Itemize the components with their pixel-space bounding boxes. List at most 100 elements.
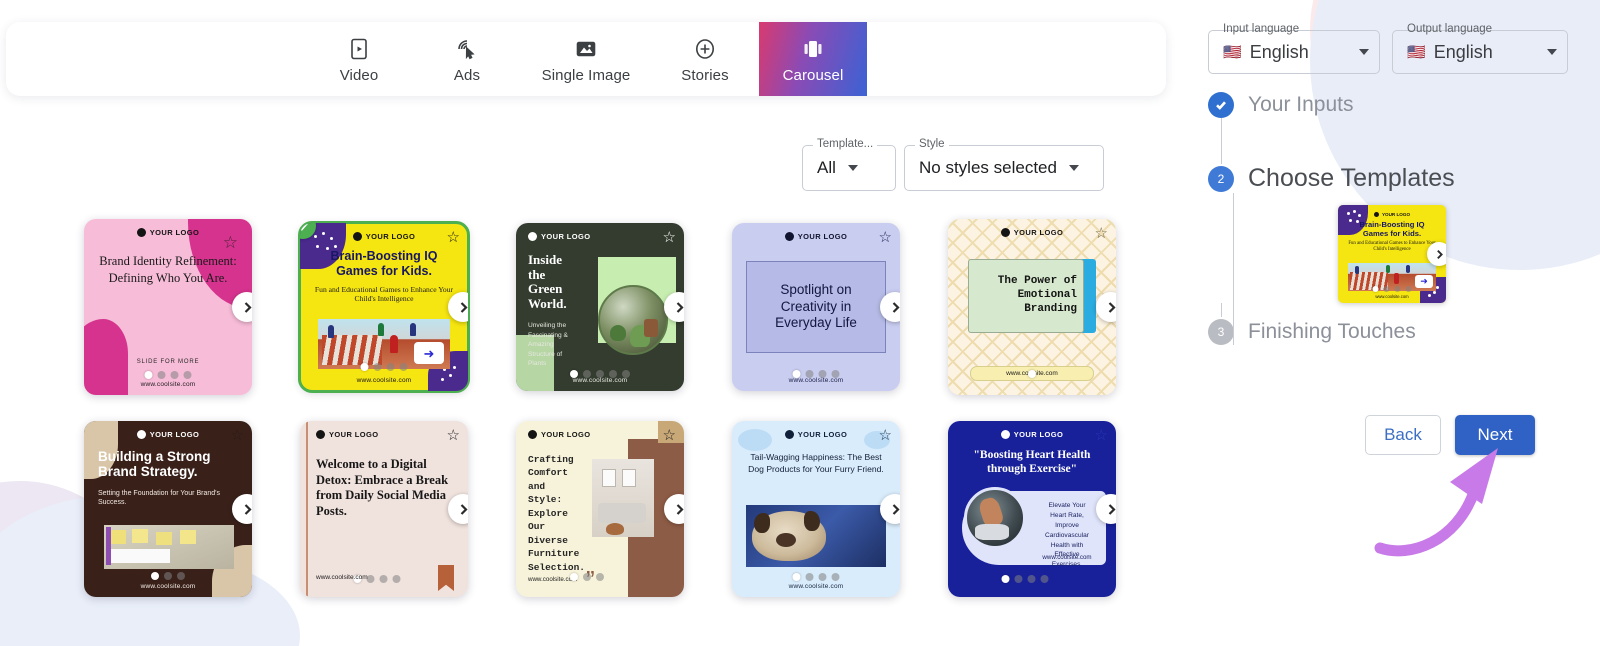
wizard-step-finishing-touches[interactable]: 3 Finishing Touches: [1208, 319, 1598, 345]
card-prev-chevron[interactable]: ‹: [732, 292, 740, 322]
wizard-step-label: Your Inputs: [1248, 93, 1353, 117]
card-next-chevron[interactable]: [232, 494, 252, 524]
card-favorite-star-icon[interactable]: ☆: [447, 230, 460, 245]
us-flag-icon: 🇺🇸: [1407, 43, 1426, 61]
template-filter-value: All: [817, 158, 836, 178]
template-card-crafting-comfort-and-style[interactable]: ☆ YOUR LOGO Crafting Comfort and Style: …: [516, 421, 684, 597]
card-next-chevron[interactable]: [448, 292, 468, 322]
tab-carousel-label: Carousel: [783, 67, 844, 84]
card-site: www.coolsite.com: [316, 574, 368, 581]
back-button[interactable]: Back: [1365, 415, 1441, 455]
tab-stories[interactable]: Stories: [651, 22, 759, 96]
step-complete-check-icon: [1208, 92, 1234, 118]
card-site: www.coolsite.com: [732, 377, 900, 384]
card-title: The Power of Emotional Branding: [969, 275, 1083, 316]
wizard-step-label: Choose Templates: [1248, 164, 1455, 193]
step-connector: [1221, 303, 1222, 317]
template-card-spotlight-on-creativity[interactable]: ☆ YOUR LOGO Spotlight on Creativity in E…: [732, 223, 900, 391]
card-logo: YOUR LOGO: [353, 232, 415, 241]
input-language-select[interactable]: Input language 🇺🇸 English: [1208, 30, 1380, 74]
plus-circle-icon: [693, 35, 717, 63]
ads-cursor-icon: [455, 35, 479, 63]
card-logo: YOUR LOGO: [316, 430, 378, 439]
template-card-slot: ☆ YOUR LOGO Brain-Boosting IQ Games for …: [276, 208, 492, 406]
wizard-rail: Input language 🇺🇸 English Output languag…: [1200, 0, 1600, 646]
template-card-slot: ☆ YOUR LOGO Welcome to a Digital Detox: …: [276, 410, 492, 608]
template-card-brain-boosting-iq-games[interactable]: ☆ YOUR LOGO Brain-Boosting IQ Games for …: [300, 223, 468, 391]
card-site: www.coolsite.com: [516, 377, 684, 384]
card-title: Tail-Wagging Happiness: The Best Dog Pro…: [732, 451, 900, 475]
card-prev-chevron[interactable]: ‹: [300, 292, 308, 322]
style-filter-value: No styles selected: [919, 158, 1057, 178]
step-connector: [1221, 118, 1222, 164]
template-card-welcome-to-a-digital-detox[interactable]: ☆ YOUR LOGO Welcome to a Digital Detox: …: [300, 421, 468, 597]
tab-single-image[interactable]: Single Image: [521, 22, 651, 96]
video-icon: [348, 35, 370, 63]
filter-row: Template... All Style No styles selected: [802, 145, 1104, 191]
template-card-building-a-strong-brand-strategy[interactable]: ☆ YOUR LOGO Building a Strong Brand Stra…: [84, 421, 252, 597]
chevron-down-icon: [848, 165, 858, 171]
card-title: "Boosting Heart Health through Exercise": [948, 449, 1116, 477]
style-filter-select[interactable]: Style No styles selected: [904, 145, 1104, 191]
image-icon: [574, 35, 598, 63]
card-logo: YOUR LOGO: [785, 232, 847, 241]
chevron-down-icon: [1359, 49, 1369, 55]
template-card-boosting-heart-health[interactable]: ☆ YOUR LOGO "Boosting Heart Health throu…: [948, 421, 1116, 597]
template-card-slot: ☆ YOUR LOGO The Power of Emotional Brand…: [924, 208, 1140, 406]
card-title: Welcome to a Digital Detox: Embrace a Br…: [300, 457, 468, 520]
selected-template-preview-row: YOUR LOGO Brain-Boosting IQ Games for Ki…: [1208, 193, 1598, 303]
card-bookmark-icon[interactable]: [438, 565, 454, 591]
tab-video[interactable]: Video: [305, 22, 413, 96]
wizard-step-your-inputs[interactable]: Your Inputs: [1208, 92, 1598, 118]
wizard-step-choose-templates[interactable]: 2 Choose Templates: [1208, 164, 1598, 193]
us-flag-icon: 🇺🇸: [1223, 43, 1242, 61]
tab-stories-label: Stories: [681, 67, 728, 84]
output-language-select[interactable]: Output language 🇺🇸 English: [1392, 30, 1568, 74]
card-favorite-star-icon[interactable]: ☆: [879, 230, 892, 245]
card-prev-chevron[interactable]: ‹: [84, 292, 92, 322]
input-language-value: English: [1250, 42, 1309, 63]
template-card-brand-identity-refinement[interactable]: ☆ YOUR LOGO Brand Identity Refinement: D…: [84, 219, 252, 395]
card-logo: YOUR LOGO: [528, 430, 590, 439]
next-button[interactable]: Next: [1455, 415, 1535, 455]
card-title: Spotlight on Creativity in Everyday Life: [747, 282, 885, 331]
card-logo: YOUR LOGO: [1001, 228, 1063, 237]
card-favorite-star-icon[interactable]: ☆: [1095, 428, 1108, 443]
template-filter-select[interactable]: Template... All: [802, 145, 896, 191]
card-favorite-star-icon[interactable]: ☆: [663, 230, 676, 245]
template-grid: ☆ YOUR LOGO Brand Identity Refinement: D…: [60, 208, 1170, 608]
template-card-slot: ☆ YOUR LOGO Crafting Comfort and Style: …: [492, 410, 708, 608]
selected-template-thumbnail[interactable]: YOUR LOGO Brain-Boosting IQ Games for Ki…: [1338, 205, 1446, 303]
card-favorite-star-icon[interactable]: ☆: [1095, 226, 1108, 241]
card-title: Building a Strong Brand Strategy.: [84, 449, 252, 480]
card-favorite-star-icon[interactable]: ☆: [663, 428, 676, 443]
card-logo: YOUR LOGO: [1001, 430, 1063, 439]
template-filter-legend: Template...: [813, 138, 877, 150]
card-subtitle: Fun and Educational Games to Enhance You…: [300, 285, 468, 304]
card-title: Crafting Comfort and Style: Explore Our …: [516, 453, 590, 574]
tab-ads[interactable]: Ads: [413, 22, 521, 96]
card-favorite-star-icon[interactable]: ☆: [447, 428, 460, 443]
card-next-chevron[interactable]: [232, 292, 252, 322]
card-logo: YOUR LOGO: [528, 232, 590, 241]
card-prev-chevron[interactable]: ‹: [948, 292, 956, 322]
template-card-slot: ☆ YOUR LOGO Inside the Green World. Unve…: [492, 208, 708, 406]
thumb-next-chevron[interactable]: [1427, 242, 1446, 266]
card-prev-chevron[interactable]: ‹: [732, 494, 740, 524]
card-favorite-star-icon[interactable]: ☆: [879, 428, 892, 443]
card-subtitle: Setting the Foundation for Your Brand's …: [84, 489, 252, 507]
template-card-tail-wagging-happiness[interactable]: ☆ YOUR LOGO Tail-Wagging Happiness: The …: [732, 421, 900, 597]
card-next-chevron[interactable]: [448, 494, 468, 524]
card-prev-chevron[interactable]: ‹: [300, 494, 308, 524]
template-grid-row: ☆ YOUR LOGO Brand Identity Refinement: D…: [60, 208, 1170, 406]
card-subtitle: Unveiling the Fascinating & Amazing Stru…: [516, 321, 594, 369]
template-card-inside-the-green-world[interactable]: ☆ YOUR LOGO Inside the Green World. Unve…: [516, 223, 684, 391]
tab-carousel[interactable]: Carousel: [759, 22, 867, 96]
card-site: www.coolsite.com: [300, 377, 468, 384]
card-title: Brand Identity Refinement: Defining Who …: [84, 253, 252, 287]
carousel-icon: [800, 35, 826, 63]
template-card-power-of-emotional-branding[interactable]: ☆ YOUR LOGO The Power of Emotional Brand…: [948, 219, 1116, 395]
card-favorite-star-icon[interactable]: ☆: [231, 428, 244, 443]
template-card-slot: ☆ YOUR LOGO Spotlight on Creativity in E…: [708, 208, 924, 406]
card-site: www.coolsite.com: [732, 583, 900, 590]
